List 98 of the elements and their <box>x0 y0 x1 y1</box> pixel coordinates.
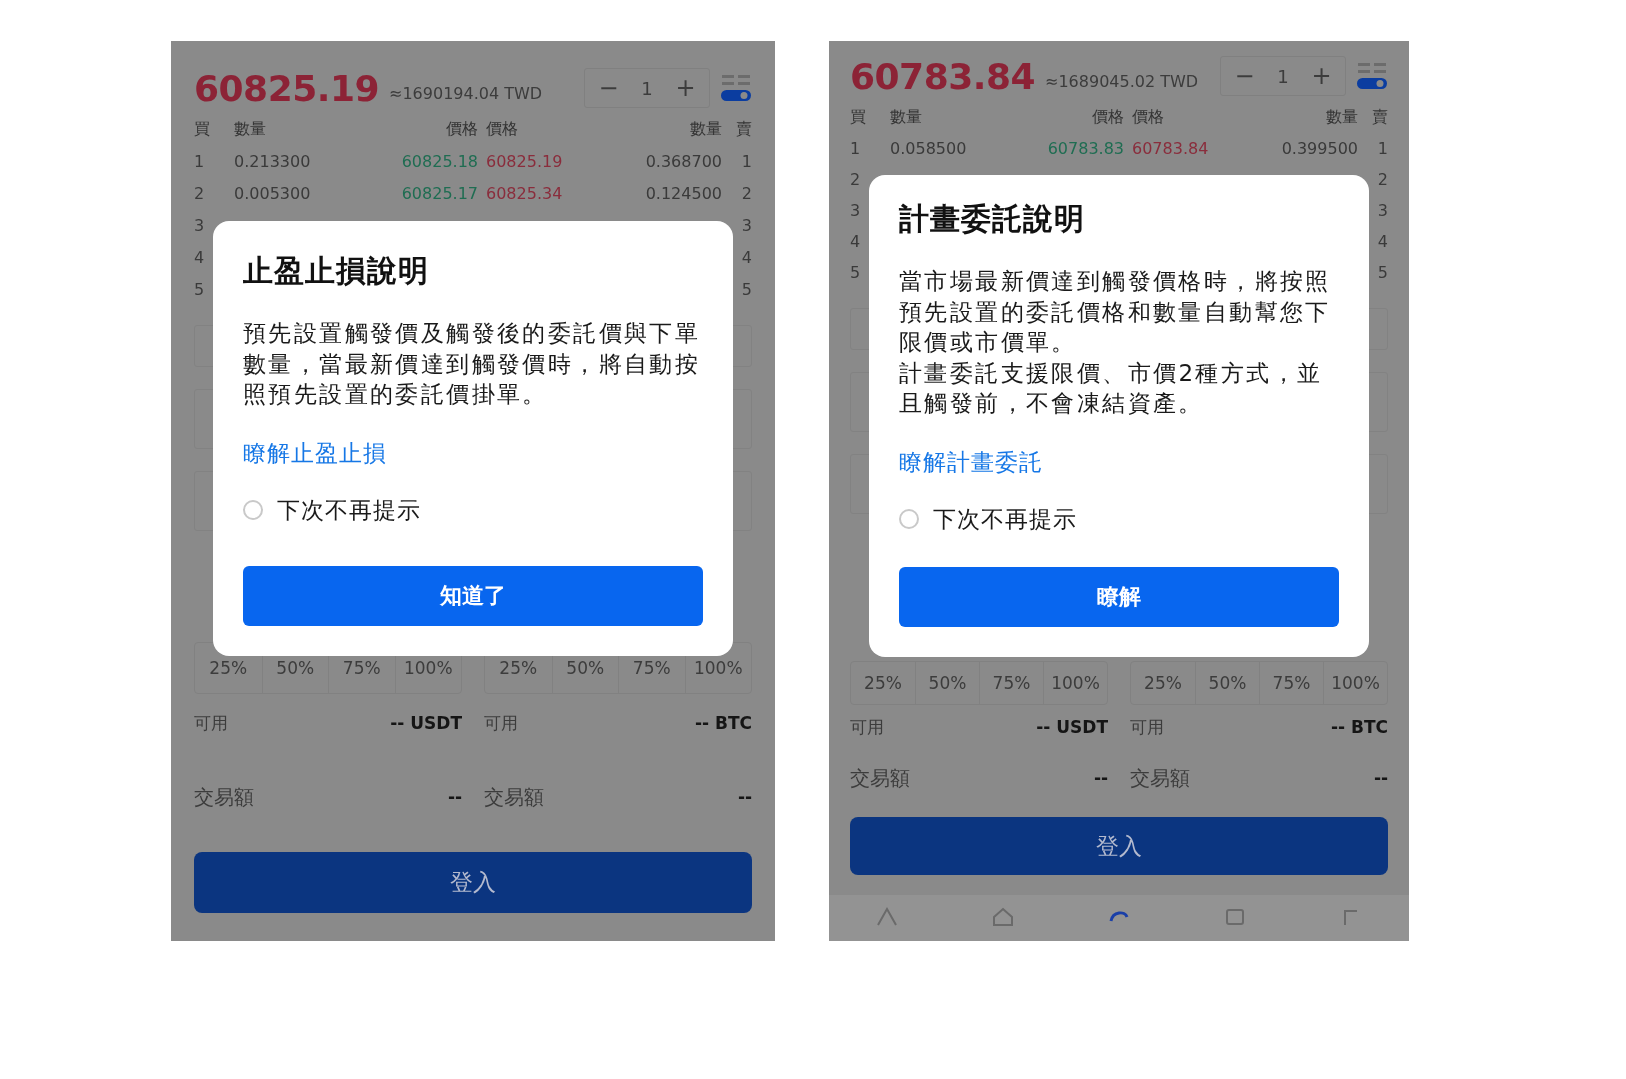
column-header: 買 <box>850 106 867 128</box>
row-index: 5 <box>1376 263 1388 282</box>
amount-label: 交易額 <box>194 783 254 811</box>
last-price: 60783.84 <box>850 55 1036 97</box>
row-index: 3 <box>1376 201 1388 220</box>
percent-button[interactable]: 25% <box>195 643 262 693</box>
available-value: -- USDT <box>1036 717 1108 737</box>
dialog-text: 預先設置觸發價及觸發後的委託價與下單數量，當最新價達到觸發價時，將自動按照預先設置的委託價掛單。 <box>243 319 702 409</box>
last-price: 60825.19 <box>194 67 380 109</box>
percent-button[interactable]: 75% <box>1259 662 1323 704</box>
percent-button[interactable]: 100% <box>1323 662 1387 704</box>
column-header: 買 <box>194 118 211 140</box>
amount-label: 交易額 <box>1130 764 1190 792</box>
bid-quantity: 0.058500 <box>890 139 968 158</box>
column-header: 數量 <box>234 118 267 140</box>
dont-show-again-label: 下次不再提示 <box>277 495 421 525</box>
row-index: 4 <box>194 247 206 267</box>
column-header: 數量 <box>1325 106 1358 128</box>
amount-value: -- <box>447 787 462 807</box>
available-value: -- BTC <box>1330 717 1388 737</box>
row-index: 3 <box>850 201 862 220</box>
available-label: 可用 <box>484 711 518 735</box>
fiat-price: ≈1690194.04 TWD <box>389 83 544 103</box>
percent-button[interactable]: 50% <box>1195 662 1259 704</box>
ask-price: 60825.19 <box>485 151 564 171</box>
row-index: 2 <box>740 183 752 203</box>
column-header: 數量 <box>689 118 722 140</box>
bid-quantity: 0.213300 <box>234 151 312 171</box>
row-index: 1 <box>194 151 206 171</box>
plus-button[interactable]: + <box>671 74 700 102</box>
ask-quantity: 0.368700 <box>644 151 722 171</box>
row-index: 2 <box>850 170 862 189</box>
bid-price: 60825.17 <box>400 183 478 203</box>
row-index: 5 <box>194 279 206 299</box>
percent-button[interactable]: 25% <box>851 662 915 704</box>
dialog-text: 當市場最新價達到觸發價格時，將按照預先設置的委託價格和數量自動幫您下限價或市價單。 <box>899 267 1332 357</box>
bid-quantity: 0.005300 <box>234 183 312 203</box>
bid-price: 60783.83 <box>1046 139 1124 158</box>
tab-bar-icon[interactable] <box>991 905 1015 929</box>
column-header: 價格 <box>445 118 478 140</box>
row-index: 2 <box>1376 170 1388 189</box>
dialog-title: 止盈止損說明 <box>243 252 430 290</box>
column-header: 賣 <box>735 118 752 140</box>
ask-quantity: 0.124500 <box>644 183 722 203</box>
available-label: 可用 <box>850 715 884 739</box>
bid-price: 60825.18 <box>400 151 478 171</box>
available-value: -- USDT <box>390 713 462 733</box>
login-button[interactable]: 登入 <box>850 817 1388 875</box>
dialog-title: 計畫委託說明 <box>899 200 1086 238</box>
radio-button[interactable] <box>243 500 263 520</box>
row-index: 4 <box>740 247 752 267</box>
percent-button[interactable]: 25% <box>1131 662 1195 704</box>
available-label: 可用 <box>194 711 228 735</box>
row-index: 1 <box>1376 139 1388 158</box>
learn-more-link[interactable]: 瞭解止盈止損 <box>243 437 387 469</box>
amount-value: -- <box>737 787 752 807</box>
confirm-button[interactable]: 知道了 <box>243 565 703 626</box>
column-header: 數量 <box>890 106 923 128</box>
stepper-value: 1 <box>641 77 653 99</box>
column-header: 價格 <box>485 118 519 140</box>
row-index: 3 <box>194 215 206 235</box>
ask-quantity: 0.399500 <box>1280 139 1358 158</box>
row-index: 4 <box>850 232 862 251</box>
row-index: 2 <box>194 183 206 203</box>
radio-button[interactable] <box>899 509 919 529</box>
amount-value: -- <box>1093 768 1108 788</box>
amount-label: 交易額 <box>850 764 910 792</box>
percent-button[interactable]: 100% <box>1043 662 1107 704</box>
row-index: 5 <box>850 263 862 282</box>
stepper-value: 1 <box>1277 65 1289 87</box>
percent-button[interactable]: 50% <box>915 662 979 704</box>
column-header: 賣 <box>1371 106 1388 128</box>
login-button[interactable]: 登入 <box>194 852 752 913</box>
amount-label: 交易額 <box>484 783 544 811</box>
percent-button[interactable]: 75% <box>979 662 1043 704</box>
row-index: 5 <box>740 279 752 299</box>
row-index: 1 <box>740 151 752 171</box>
percent-button[interactable]: 25% <box>485 643 552 693</box>
column-header: 價格 <box>1131 106 1165 128</box>
row-index: 4 <box>1376 232 1388 251</box>
minus-button[interactable]: − <box>1230 62 1259 90</box>
dont-show-again-label: 下次不再提示 <box>933 504 1077 534</box>
available-value: -- BTC <box>694 713 752 733</box>
fiat-price: ≈1689045.02 TWD <box>1045 71 1200 91</box>
column-header: 價格 <box>1091 106 1124 128</box>
row-index: 3 <box>740 215 752 235</box>
dialog-text: 計畫委託支援限價、市價2種方式，並且觸發前，不會凍結資產。 <box>899 358 1324 418</box>
layout-toggle-icon[interactable] <box>1356 61 1388 91</box>
amount-value: -- <box>1373 768 1388 788</box>
available-label: 可用 <box>1130 715 1164 739</box>
ask-price: 60825.34 <box>485 183 564 203</box>
row-index: 1 <box>850 139 862 158</box>
plus-button[interactable]: + <box>1307 62 1336 90</box>
layout-toggle-icon[interactable] <box>720 73 752 103</box>
minus-button[interactable]: − <box>594 74 623 102</box>
ask-price: 60783.84 <box>1131 139 1210 158</box>
learn-more-link[interactable]: 瞭解計畫委託 <box>899 446 1043 478</box>
confirm-button[interactable]: 瞭解 <box>899 566 1339 627</box>
